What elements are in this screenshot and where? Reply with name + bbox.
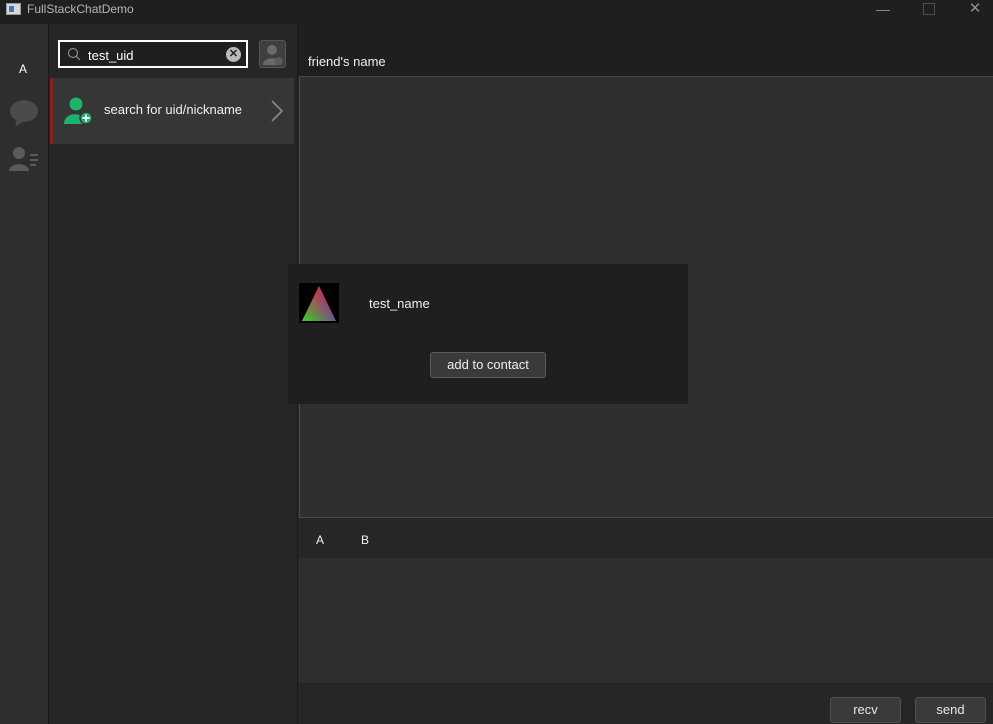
search-result-item[interactable]: search for uid/nickname <box>50 78 294 144</box>
recv-button[interactable]: recv <box>830 697 901 723</box>
title-bar: FullStackChatDemo — ✕ <box>0 0 993 24</box>
tool-a-button[interactable]: A <box>316 533 324 547</box>
add-user-icon <box>263 45 283 65</box>
clear-search-icon[interactable]: ✕ <box>226 47 241 62</box>
find-user-popup: test_name add to contact <box>288 264 688 404</box>
tool-b-button[interactable]: B <box>361 533 369 547</box>
chat-header: friend's name <box>298 24 993 76</box>
maximize-button[interactable] <box>906 0 952 24</box>
side-bar <box>0 24 48 724</box>
search-input[interactable] <box>88 46 218 64</box>
chat-tool-bar: A B <box>298 518 993 558</box>
user-avatar[interactable]: A <box>0 62 46 78</box>
maximize-icon <box>923 3 935 15</box>
contacts-icon[interactable] <box>8 145 40 173</box>
search-result-label: search for uid/nickname <box>104 102 243 117</box>
window-title: FullStackChatDemo <box>27 2 134 16</box>
add-user-icon <box>64 97 93 125</box>
user-avatar-icon <box>299 283 339 323</box>
chevron-right-icon <box>271 100 284 122</box>
send-button[interactable]: send <box>915 697 986 723</box>
search-icon <box>67 47 81 61</box>
friend-name: friend's name <box>308 54 386 69</box>
add-to-contact-button[interactable]: add to contact <box>430 352 546 378</box>
add-friend-button[interactable] <box>259 40 286 68</box>
app-icon <box>6 3 21 15</box>
message-input[interactable] <box>299 558 993 683</box>
minimize-button[interactable]: — <box>860 0 906 24</box>
close-button[interactable]: ✕ <box>952 0 993 24</box>
chat-bubble-icon[interactable] <box>8 97 40 129</box>
found-user-name: test_name <box>369 296 430 311</box>
search-box[interactable]: ✕ <box>58 40 248 68</box>
